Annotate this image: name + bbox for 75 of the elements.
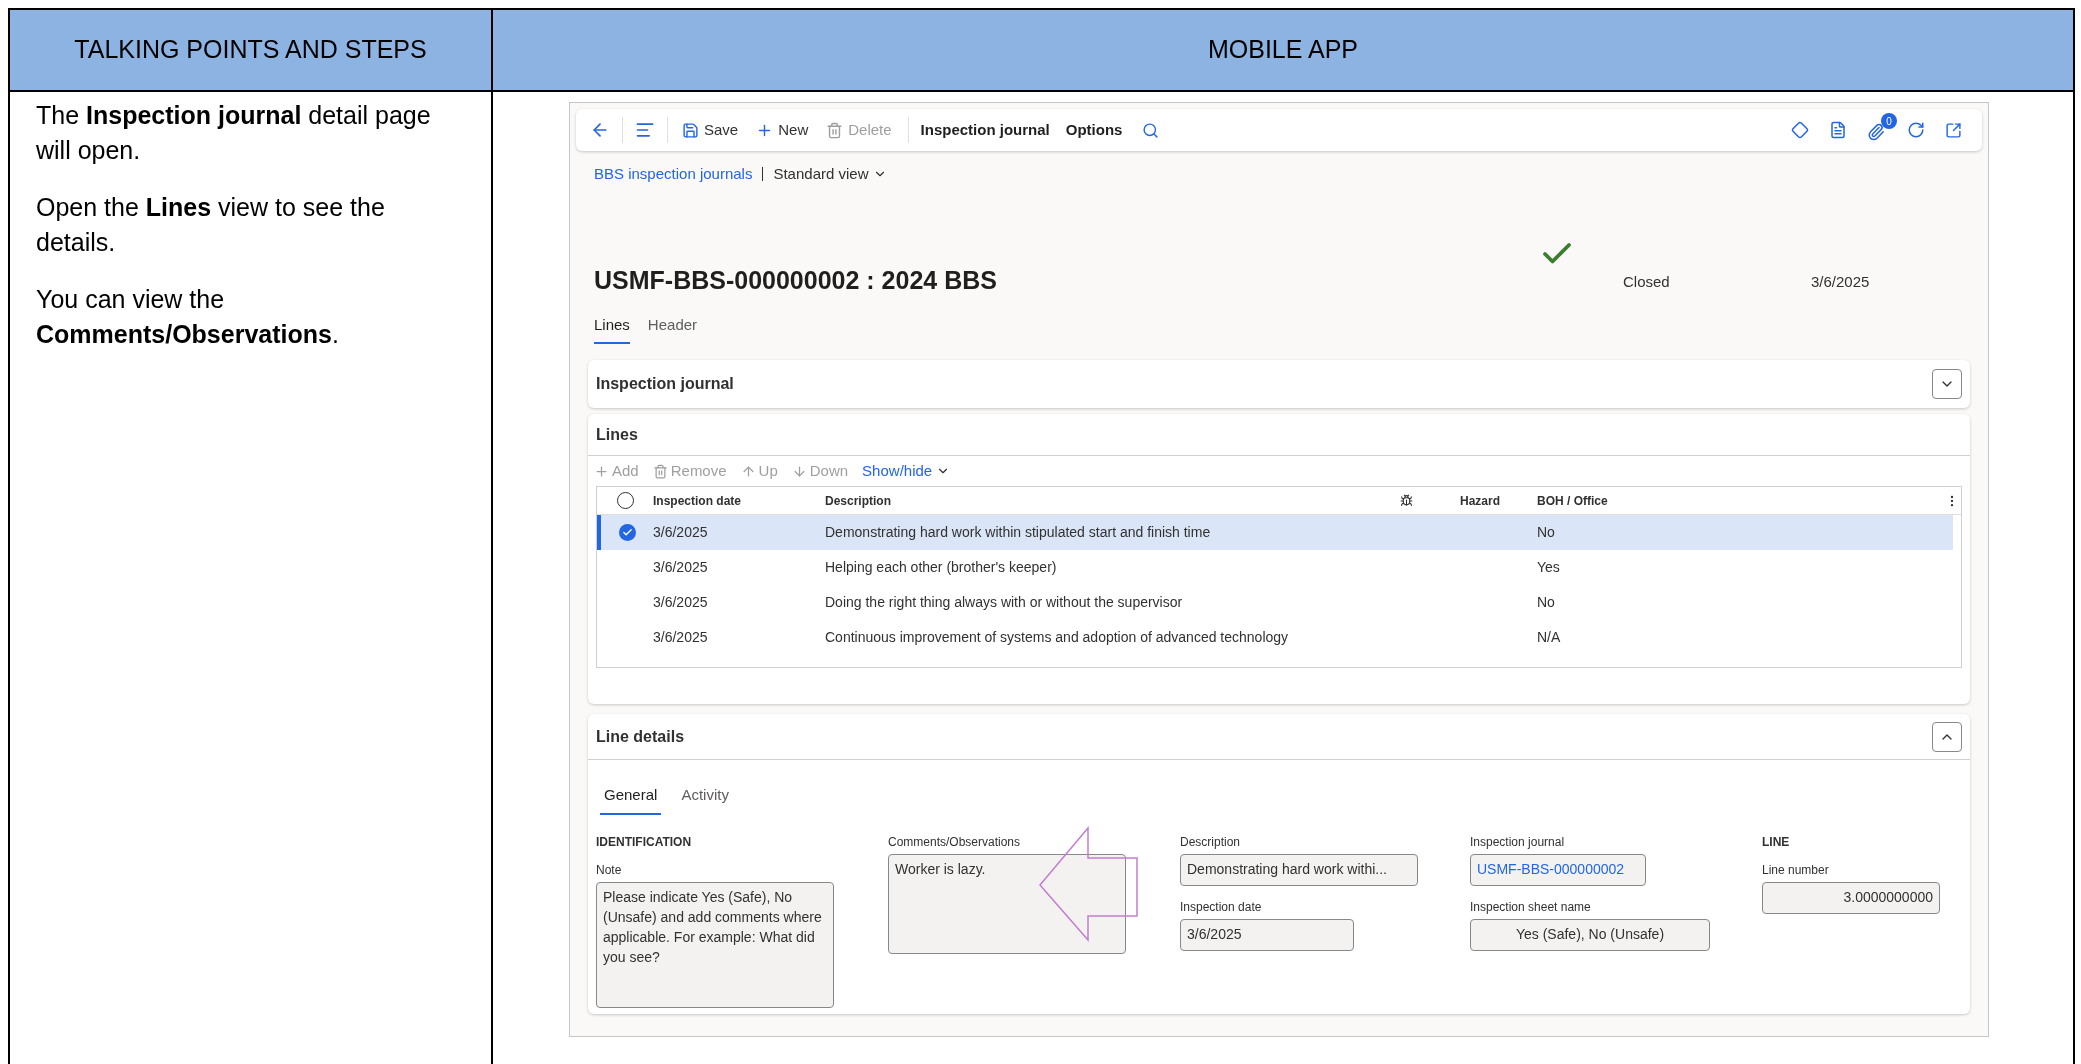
detail-tab[interactable]: Activity xyxy=(677,784,733,815)
arrow-down-icon xyxy=(791,463,807,479)
journal-field[interactable]: USMF-BBS-000000002 xyxy=(1470,853,1646,886)
save-icon xyxy=(682,121,699,139)
field-label: Note xyxy=(596,861,623,879)
table-cell: No xyxy=(1537,594,1555,610)
table-row[interactable]: 3/6/2025 Doing the right thing always with or without the supervisor No xyxy=(597,585,1953,620)
instruction-text: The Inspection journal detail page will open. xyxy=(36,100,432,166)
instruction-text: You can view the Comments/Observations. xyxy=(36,284,340,350)
collapse-toggle-button[interactable] xyxy=(1932,721,1962,752)
column-header[interactable]: Inspection date xyxy=(653,493,741,508)
field-label: Line number xyxy=(1762,861,1830,879)
field-label: Inspection sheet name xyxy=(1470,898,1592,916)
line-number-field[interactable]: 3.0000000000 xyxy=(1762,881,1940,914)
table-row[interactable]: 3/6/2025 Demonstrating hard work within stipulated start and finish time No xyxy=(597,515,1953,550)
field-label: Description xyxy=(1180,833,1242,851)
diamond-icon[interactable] xyxy=(1791,121,1809,139)
status-date: 3/6/2025 xyxy=(1811,272,1870,292)
show-hide-button[interactable]: Show/hide xyxy=(862,459,951,483)
document-icon[interactable] xyxy=(1829,121,1847,139)
table-cell: 3/6/2025 xyxy=(653,594,708,610)
menu-tab[interactable]: Inspection journal xyxy=(912,118,1058,142)
detail-tab[interactable]: General xyxy=(600,784,662,815)
table-cell: Continuous improvement of systems and adoption of advanced technology xyxy=(825,629,1289,645)
trash-icon xyxy=(826,121,844,139)
field-label: Inspection date xyxy=(1180,898,1263,916)
column-header[interactable]: Hazard xyxy=(1460,493,1500,508)
column-header: TALKING POINTS AND STEPS xyxy=(74,34,427,66)
new-button[interactable]: New xyxy=(750,118,815,142)
collapse-toggle-button[interactable] xyxy=(1932,369,1962,399)
table-cell: 3/6/2025 xyxy=(653,524,708,540)
section-title: Inspection journal xyxy=(596,374,734,394)
table-cell: N/A xyxy=(1537,629,1561,645)
page-tab[interactable]: Lines xyxy=(594,313,630,344)
row-check-icon[interactable] xyxy=(618,524,636,541)
trash-icon xyxy=(652,463,668,479)
lines-icon xyxy=(635,120,655,140)
save-button[interactable]: Save xyxy=(676,118,745,142)
field-label: Inspection journal xyxy=(1470,833,1566,851)
table-cell: Demonstrating hard work within stipulated start and finish time xyxy=(825,524,1211,540)
inspection-date-field[interactable]: 3/6/2025 xyxy=(1180,918,1354,951)
menu-tab[interactable]: Options xyxy=(1057,118,1131,142)
column-header[interactable]: Description xyxy=(825,493,891,508)
column-icon xyxy=(1400,494,1413,507)
paperclip-icon[interactable] xyxy=(1867,123,1885,141)
table-cell: 3/6/2025 xyxy=(653,629,708,645)
plus-icon xyxy=(594,463,609,479)
table-cell: 3/6/2025 xyxy=(653,559,708,575)
table-cell: Yes xyxy=(1537,559,1560,575)
page-tab[interactable]: Header xyxy=(647,313,698,344)
comments-field[interactable]: Worker is lazy. xyxy=(888,853,1126,954)
table-cell: Helping each other (brother's keeper) xyxy=(825,559,1057,575)
description-field[interactable]: Demonstrating hard work withi... xyxy=(1180,853,1418,886)
status-text: Closed xyxy=(1623,272,1670,290)
sheet-name-field[interactable]: Yes (Safe), No (Unsafe) xyxy=(1470,918,1710,951)
column-header: MOBILE APP xyxy=(1207,34,1359,66)
search-icon xyxy=(1142,121,1160,139)
open-in-new-icon xyxy=(1945,121,1962,139)
instruction-text: Open the Lines view to see the details. xyxy=(36,192,386,258)
notification-badge: 0 xyxy=(1881,113,1897,129)
note-field[interactable]: Please indicate Yes (Safe), No (Unsafe) and add comments where applicable. For example: What did you see? xyxy=(596,881,834,1008)
record-title: USMF-BBS-000000002 : 2024 BBS xyxy=(594,266,997,294)
section-title: Line details xyxy=(596,726,685,747)
table-row[interactable]: 3/6/2025 Continuous improvement of systems and adoption of advanced technology N/A xyxy=(597,620,1953,655)
breadcrumb-link[interactable]: BBS inspection journals xyxy=(594,163,753,186)
table-cell: No xyxy=(1537,524,1555,540)
table-row[interactable]: 3/6/2025 Helping each other (brother's keeper) Yes xyxy=(597,550,1953,585)
column-header[interactable]: BOH / Office xyxy=(1537,493,1608,508)
field-label: Comments/Observations xyxy=(888,833,1022,851)
refresh-icon xyxy=(1907,121,1925,139)
section-title: Lines xyxy=(596,424,638,445)
view-selector[interactable]: Standard view xyxy=(773,163,887,186)
table-cell: Doing the right thing always with or without the supervisor xyxy=(825,594,1183,610)
group-heading: IDENTIFICATION xyxy=(596,833,693,851)
group-heading: LINE xyxy=(1762,833,1791,851)
